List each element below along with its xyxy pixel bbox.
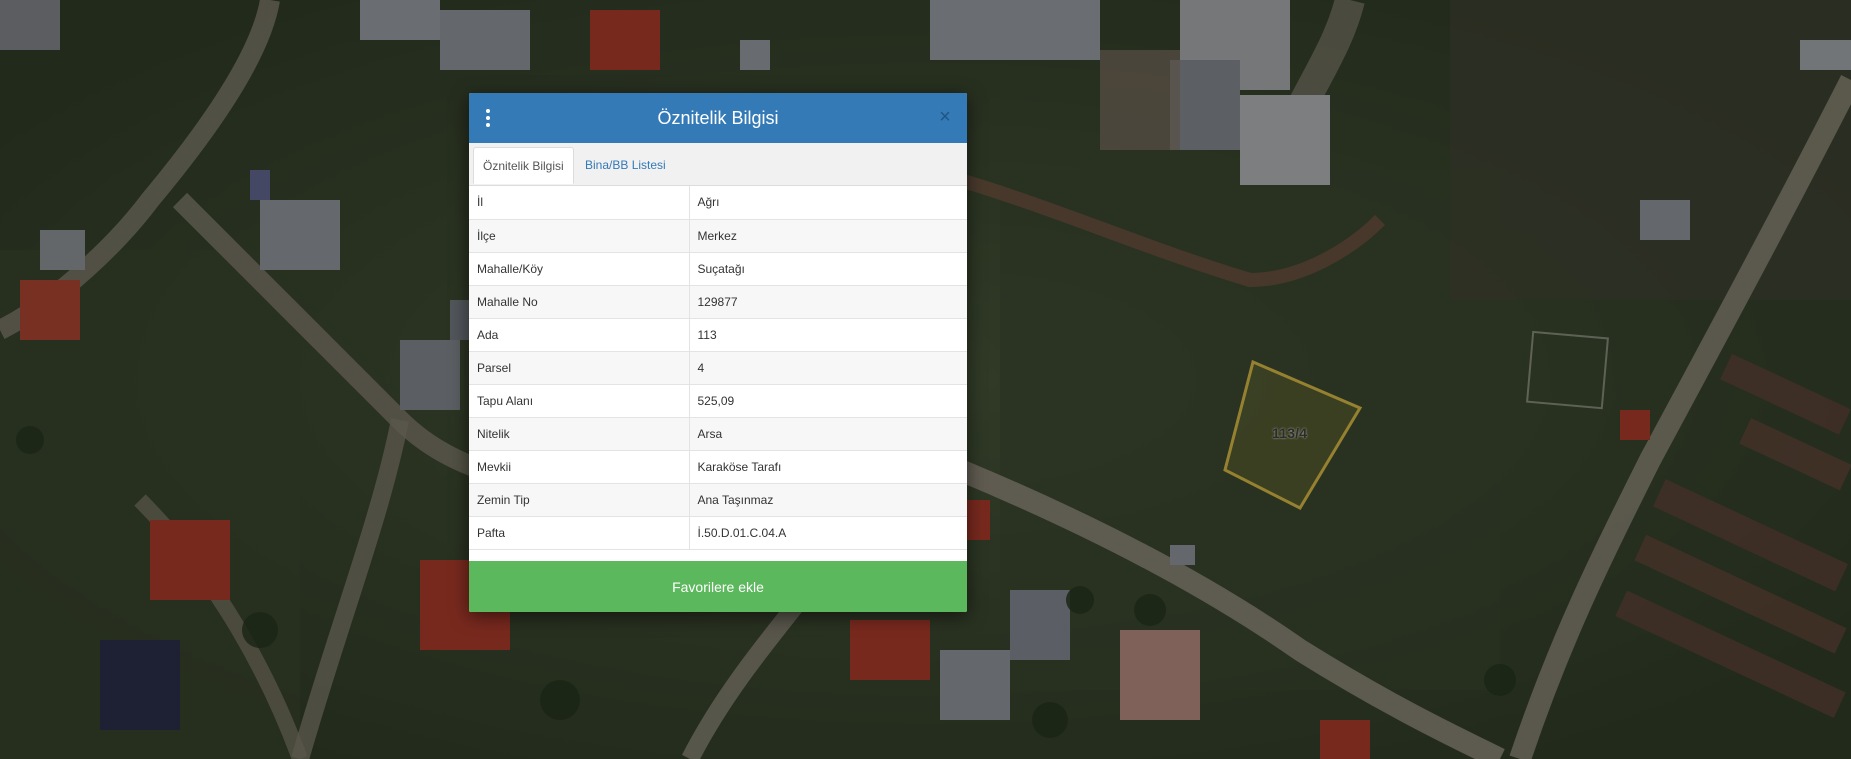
attribute-key: Parsel [469, 351, 690, 385]
attribute-value: İ.50.D.01.C.04.A [689, 516, 967, 550]
attribute-value: 129877 [689, 285, 967, 319]
attribute-value: Karaköse Tarafı [689, 450, 967, 484]
tab-attribute-info[interactable]: Öznitelik Bilgisi [473, 147, 574, 184]
attribute-key: Tapu Alanı [469, 384, 690, 418]
attribute-key: Mahalle/Köy [469, 252, 690, 286]
attribute-key: Zemin Tip [469, 483, 690, 517]
attribute-value: Suçatağı [689, 252, 967, 286]
table-row: Mahalle No 129877 [469, 285, 967, 319]
attribute-key: Pafta [469, 516, 690, 550]
attribute-info-dialog: Öznitelik Bilgisi × Öznitelik Bilgisi Bi… [469, 93, 967, 612]
attribute-value: Merkez [689, 219, 967, 253]
parcel-label[interactable]: 113/4 [1272, 425, 1307, 441]
table-row: Mevkii Karaköse Tarafı [469, 450, 967, 484]
table-row: Tapu Alanı 525,09 [469, 384, 967, 418]
dialog-title: Öznitelik Bilgisi [657, 108, 779, 128]
dialog-header: Öznitelik Bilgisi × [469, 93, 967, 143]
table-row: Mahalle/Köy Suçatağı [469, 252, 967, 286]
attribute-value: 525,09 [689, 384, 967, 418]
attribute-value: 4 [689, 351, 967, 385]
table-row: Nitelik Arsa [469, 417, 967, 451]
tab-bar: Öznitelik Bilgisi Bina/BB Listesi [469, 143, 967, 186]
attribute-key: Ada [469, 318, 690, 352]
table-row: Ada 113 [469, 318, 967, 352]
attribute-table: İl Ağrı İlçe Merkez Mahalle/Köy Suçatağı… [469, 186, 967, 550]
attribute-value: 113 [689, 318, 967, 352]
table-row: Pafta İ.50.D.01.C.04.A [469, 516, 967, 550]
tab-building-list[interactable]: Bina/BB Listesi [576, 147, 675, 184]
close-icon[interactable]: × [935, 106, 955, 128]
table-row: Parsel 4 [469, 351, 967, 385]
attribute-value: Ağrı [689, 186, 967, 220]
table-row: İl Ağrı [469, 186, 967, 220]
attribute-key: Mevkii [469, 450, 690, 484]
add-to-favorites-button[interactable]: Favorilere ekle [469, 561, 967, 612]
attribute-key: İlçe [469, 219, 690, 253]
attribute-key: Nitelik [469, 417, 690, 451]
table-row: Zemin Tip Ana Taşınmaz [469, 483, 967, 517]
attribute-key: İl [469, 186, 690, 220]
table-row: İlçe Merkez [469, 219, 967, 253]
attribute-key: Mahalle No [469, 285, 690, 319]
attribute-value: Arsa [689, 417, 967, 451]
attribute-value: Ana Taşınmaz [689, 483, 967, 517]
